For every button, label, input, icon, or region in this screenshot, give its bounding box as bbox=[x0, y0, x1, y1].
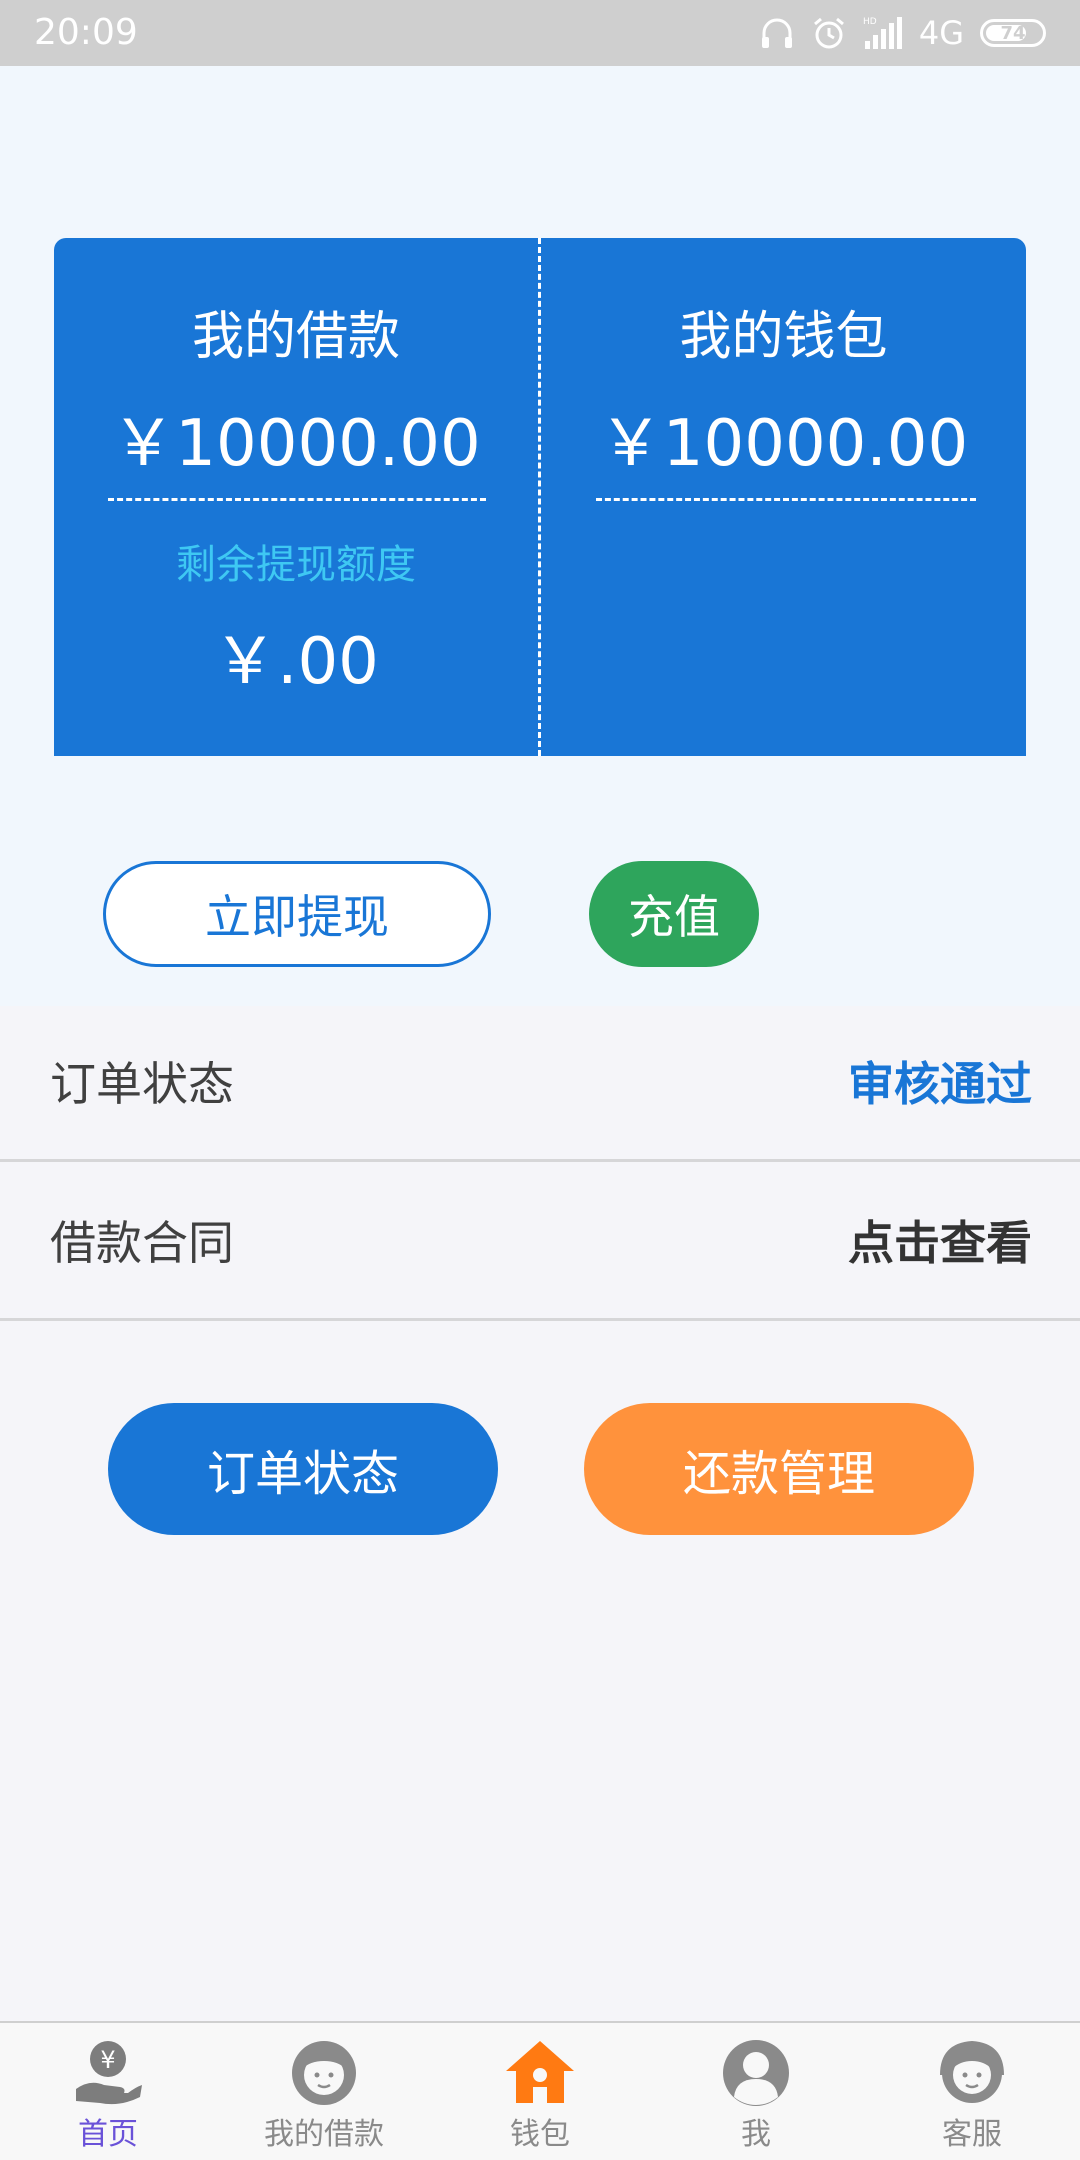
remaining-amount: ￥.00 bbox=[213, 625, 379, 699]
balance-card: 我的借款 ￥10000.00 剩余提现额度 ￥.00 我的钱包 ￥10000.0… bbox=[54, 238, 1026, 756]
wallet-amount: ￥10000.00 bbox=[598, 407, 969, 481]
status-bar: 20:09 HD 4G 74 bbox=[0, 0, 1080, 66]
order-status-button[interactable]: 订单状态 bbox=[108, 1403, 498, 1535]
loan-contract-label: 借款合同 bbox=[50, 1216, 234, 1270]
withdraw-button[interactable]: 立即提现 bbox=[103, 861, 491, 967]
loan-contract-row[interactable]: 借款合同 点击查看 bbox=[0, 1165, 1080, 1321]
user-icon bbox=[723, 2040, 789, 2106]
loan-title: 我的借款 bbox=[191, 307, 400, 367]
tab-customer-service[interactable]: 客服 bbox=[864, 2023, 1080, 2160]
yen-hand-icon: ¥ bbox=[76, 2041, 142, 2105]
headphones-icon bbox=[761, 18, 792, 48]
status-time: 20:09 bbox=[34, 12, 138, 53]
wallet-title: 我的钱包 bbox=[679, 307, 888, 367]
tab-wallet-label: 钱包 bbox=[510, 2117, 570, 2152]
battery-icon: 74 bbox=[980, 19, 1046, 47]
order-status-label: 订单状态 bbox=[50, 1057, 234, 1111]
remaining-label: 剩余提现额度 bbox=[176, 542, 416, 588]
wallet-divider bbox=[596, 498, 976, 501]
tab-home[interactable]: ¥ 首页 bbox=[0, 2023, 216, 2160]
tab-wallet[interactable]: 钱包 bbox=[432, 2023, 648, 2160]
svg-text:HD: HD bbox=[863, 17, 877, 27]
order-status-value: 审核通过 bbox=[848, 1057, 1032, 1111]
repayment-management-button[interactable]: 还款管理 bbox=[584, 1403, 974, 1535]
loan-amount: ￥10000.00 bbox=[111, 407, 481, 481]
signal-icon: HD bbox=[863, 17, 902, 49]
person-icon bbox=[292, 2041, 356, 2105]
bottom-tabbar: ¥ 首页 我的借款 钱包 我 客服 bbox=[0, 2021, 1080, 2160]
tab-my-loans-label: 我的借款 bbox=[264, 2117, 384, 2152]
headset-person-icon bbox=[940, 2040, 1004, 2103]
loan-divider bbox=[108, 498, 486, 501]
network-type: 4G bbox=[918, 14, 964, 52]
wallet-header: 我的借款 ￥10000.00 剩余提现额度 ￥.00 我的钱包 ￥10000.0… bbox=[0, 66, 1080, 1006]
status-icons: HD 4G 74 bbox=[759, 12, 1046, 54]
alarm-icon bbox=[813, 17, 844, 49]
recharge-button[interactable]: 充值 bbox=[589, 861, 759, 967]
view-contract-link[interactable]: 点击查看 bbox=[848, 1215, 1032, 1271]
house-icon bbox=[506, 2041, 574, 2103]
tab-me-label: 我 bbox=[741, 2117, 771, 2152]
battery-level: 74 bbox=[1000, 23, 1026, 44]
tab-my-loans[interactable]: 我的借款 bbox=[216, 2023, 432, 2160]
tab-customer-service-label: 客服 bbox=[942, 2117, 1002, 2152]
svg-text:¥: ¥ bbox=[100, 2046, 115, 2074]
order-status-row[interactable]: 订单状态 审核通过 bbox=[0, 1006, 1080, 1162]
tab-home-label: 首页 bbox=[78, 2117, 138, 2152]
tab-me[interactable]: 我 bbox=[648, 2023, 864, 2160]
